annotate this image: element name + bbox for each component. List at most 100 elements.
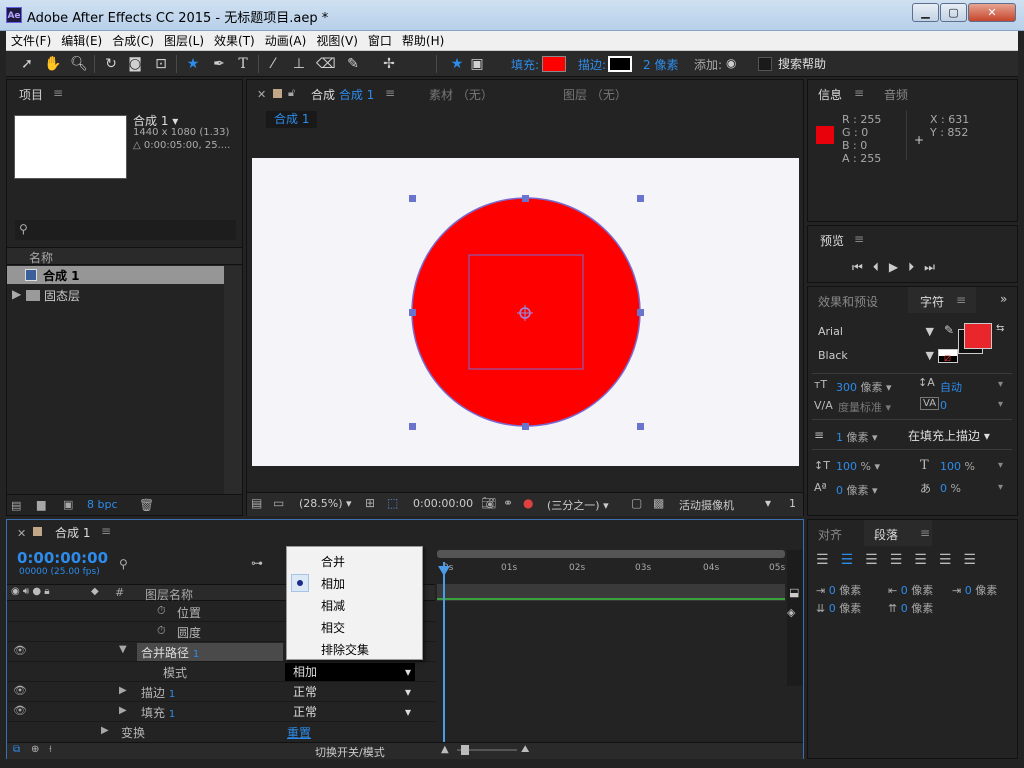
new-comp-icon[interactable]: ▣ [63,498,73,511]
menu-view[interactable]: 视图(V) [311,31,363,51]
close-tab-icon[interactable]: ✕ [257,88,266,101]
zoom-out-icon[interactable]: ▲ [441,744,449,755]
leading-value[interactable]: 自动 [940,379,962,395]
fill-color-swatch[interactable] [542,56,566,72]
eyedropper-icon[interactable]: ✎ [944,323,954,337]
menu-file[interactable]: 文件(F) [6,31,56,51]
collapse-arrow-icon[interactable]: ▶ [119,705,127,716]
clone-stamp-tool-icon[interactable]: ⊥ [290,55,308,73]
stroke-width-value[interactable]: 1 像素 ▾ [836,429,878,445]
camera-dropdown-arrow-icon[interactable]: ▾ [765,496,771,510]
zoom-in-icon[interactable]: ⛰ [521,744,529,755]
current-time-indicator[interactable] [443,562,445,742]
preview-menu-icon[interactable]: ≡ [854,232,864,246]
collapse-arrow-icon[interactable]: ▶ [101,725,109,736]
interpret-footage-icon[interactable]: ▤ [11,499,21,512]
menu-edit[interactable]: 编辑(E) [56,31,107,51]
minimize-button[interactable]: ▁ [912,3,939,22]
effects-presets-tab[interactable]: 效果和预设 [818,293,878,310]
comp-tab[interactable]: 合成 合成 1 [311,86,374,103]
add-menu-icon[interactable]: ◉ [726,56,736,70]
layer-row-stroke[interactable]: 👁︎ ▶ 描边 1 正常 ▾ [7,682,435,702]
kerning-value[interactable]: 度量标准 ▾ [838,399,891,415]
transparency-grid-icon[interactable]: ▩ [653,496,664,510]
current-time-display[interactable]: 0:00:00:00 [413,497,473,510]
expand-arrow-icon[interactable]: ▶ [12,287,21,301]
tracking-value[interactable]: 0 [940,399,947,412]
mask-mode-icon[interactable]: ▣ [468,55,486,73]
preview-tab[interactable]: 预览 [820,232,844,249]
timeline-tab[interactable]: 合成 1 [55,524,90,541]
layer-row-fill[interactable]: 👁︎ ▶ 填充 1 正常 ▾ [7,702,435,722]
space-before[interactable]: ⇊ 0 像素 [816,600,861,616]
comp-mini-flowchart-icon[interactable]: ⊶ [251,556,263,570]
comp-viewer[interactable] [252,158,799,466]
show-snapshot-icon[interactable]: ⚭ [503,496,513,510]
playhead-icon[interactable] [438,566,450,576]
reset-link[interactable]: 重置 [287,724,311,741]
menu-option-subtract[interactable]: 相减 [287,594,422,616]
no-color-icon[interactable]: ⧄ [944,351,951,365]
rotate-tool-icon[interactable]: ↻ [102,55,120,73]
color-channels-icon[interactable]: ● [523,496,533,510]
font-size-value[interactable]: 300 像素 ▾ [836,379,892,395]
collapse-arrow-icon[interactable]: ▶ [119,685,127,696]
project-item-folder[interactable]: ▶ 固态层 [7,286,224,304]
fill-color-char[interactable] [964,323,992,349]
hand-tool-icon[interactable]: ✋ [44,55,62,73]
tsume-value[interactable]: 0 % [940,482,961,495]
stroke-width[interactable]: 2 像素 [643,56,678,73]
font-style-dropdown[interactable]: Black ▼ [812,347,936,365]
project-search-input[interactable]: ⚲ [15,220,236,240]
playback-controls[interactable]: ⏮⏴▶⏵⏭ [852,260,945,275]
indent-right[interactable]: ⇤ 0 像素 [888,582,933,598]
star-tool-icon[interactable]: ★ [184,55,202,73]
project-tab[interactable]: 项目 [19,86,43,103]
number-column[interactable]: # [115,586,124,599]
info-menu-icon[interactable]: ≡ [854,86,864,100]
fill-label[interactable]: 填充: [511,56,539,73]
vertical-scale-value[interactable]: 100 % ▾ [836,460,880,473]
grid-icon[interactable]: ⊞ [365,496,375,510]
camera-tool-icon[interactable]: ◙ [126,55,144,73]
resolution-dropdown[interactable]: (三分之一) ▾ [547,497,609,513]
visibility-eye-icon[interactable]: 👁︎ [13,684,27,697]
fill-blend-dropdown[interactable]: 正常 ▾ [285,703,415,721]
timeline-close-icon[interactable]: ✕ [17,527,26,540]
stroke-color-swatch[interactable] [608,56,632,72]
character-menu-icon[interactable]: ≡ [956,293,966,307]
pen-tool-icon[interactable]: ✒ [210,55,228,73]
stroke-mode-dropdown[interactable]: 在填充上描边 ▾ [908,427,990,444]
footage-tab[interactable]: 素材 （无） [429,86,493,103]
layer-name-column[interactable]: 图层名称 [145,586,193,603]
comp-canvas[interactable] [252,158,799,466]
red-circle-shape[interactable] [411,197,641,427]
align-tab[interactable]: 对齐 [818,526,842,543]
menu-option-merge[interactable]: 合并 [287,550,422,572]
info-tab[interactable]: 信息 [818,86,842,103]
av-switches-icon[interactable]: ◉ 🔊︎ ● 🔒︎ [11,586,50,597]
in-out-icon[interactable]: ⟊ [49,744,52,755]
project-item-comp[interactable]: 合成 1 [7,266,224,284]
layer-row-mode[interactable]: 模式 相加 ▾ [7,662,435,682]
mask-visibility-icon[interactable]: ⬚ [387,496,398,510]
snapshot-icon[interactable]: 📷︎ [481,496,496,510]
camera-dropdown[interactable]: 活动摄像机 [679,497,734,513]
expand-arrow-icon[interactable]: ▼ [119,644,127,655]
menu-animation[interactable]: 动画(A) [260,31,312,51]
horizontal-scale-value[interactable]: 100 % [940,460,975,473]
character-tab[interactable]: 字符 [920,293,944,310]
panel-menu-icon[interactable]: ≡ [53,86,63,100]
space-after[interactable]: ⇈ 0 像素 [888,600,933,616]
new-folder-icon[interactable]: ▆ [37,498,45,511]
selection-tool-icon[interactable]: ➚ [18,55,36,73]
baseline-shift-value[interactable]: 0 像素 ▾ [836,482,878,498]
swap-colors-icon[interactable]: ⇆ [996,323,1004,334]
keyframe-nav-icon[interactable]: ◈ [787,606,795,619]
menu-layer[interactable]: 图层(L) [159,31,209,51]
work-area-bar[interactable] [437,550,785,558]
type-tool-icon[interactable]: T [234,55,252,73]
menu-option-add[interactable]: 相加 [287,572,422,594]
delete-icon[interactable]: 🗑︎ [139,498,154,512]
monitor-icon[interactable]: ▭ [273,496,284,510]
